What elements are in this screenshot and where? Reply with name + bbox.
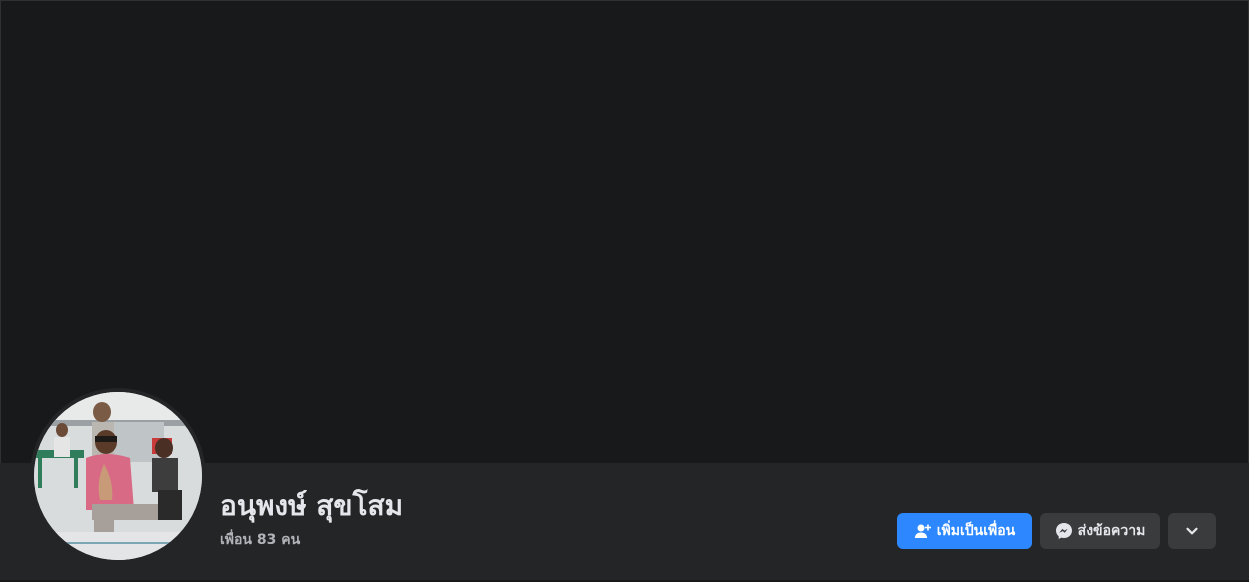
friend-count[interactable]: เพื่อน 83 คน [220, 530, 300, 550]
profile-name: อนุพงษ์ สุขโสม [220, 489, 404, 522]
add-friend-button[interactable]: เพิ่มเป็นเพื่อน [897, 513, 1032, 549]
chevron-down-icon [1183, 522, 1201, 540]
cover-photo[interactable] [0, 0, 1249, 463]
send-message-button[interactable]: ส่งข้อความ [1040, 513, 1160, 549]
send-message-label: ส่งข้อความ [1077, 523, 1146, 539]
profile-page: อนุพงษ์ สุขโสม เพื่อน 83 คน เพิ่มเป็นเพื… [0, 0, 1249, 582]
messenger-icon [1055, 522, 1073, 540]
profile-avatar[interactable] [30, 388, 206, 564]
more-options-button[interactable] [1168, 513, 1216, 549]
add-friend-icon [914, 522, 932, 540]
profile-photo [34, 392, 202, 560]
add-friend-label: เพิ่มเป็นเพื่อน [936, 523, 1016, 539]
